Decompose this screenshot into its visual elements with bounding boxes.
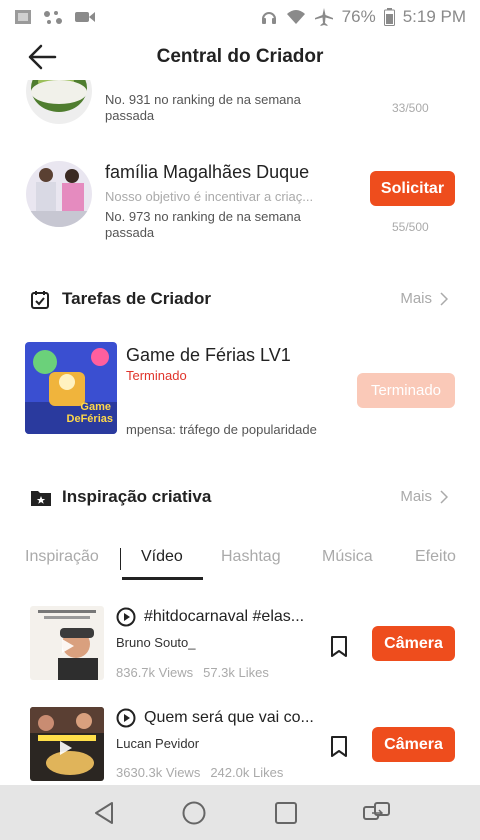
folder-star-icon [30, 488, 51, 508]
video-views: 3630.3k Views [116, 765, 201, 780]
play-circle-icon [116, 607, 136, 627]
camera-button[interactable]: Câmera [372, 727, 455, 762]
airplane-icon [314, 7, 334, 27]
task-thumbnail: Game DeFérias [25, 342, 117, 434]
bookmark-icon[interactable] [328, 735, 350, 759]
battery-icon [383, 8, 395, 26]
assistant-icon [42, 9, 64, 25]
play-circle-icon [116, 708, 136, 728]
clock: 5:19 PM [402, 7, 466, 26]
ranking-position: No. 931 no ranking de na semana passada [105, 92, 301, 123]
active-tab-indicator [122, 577, 203, 580]
request-button[interactable]: Solicitar [370, 171, 455, 206]
task-status: Terminado [126, 368, 187, 383]
system-nav-bar [0, 785, 480, 840]
video-camera-icon [74, 10, 96, 24]
creator-name: família Magalhães Duque [105, 162, 310, 182]
video-author: Bruno Souto_ [116, 635, 196, 650]
video-views: 836.7k Views [116, 665, 194, 680]
tasks-section-header: Tarefas de Criador Mais [0, 285, 480, 315]
video-title: #hitdocarnaval #elas... [116, 607, 304, 627]
video-stats: 836.7k Views 57.3k Likes [116, 665, 269, 680]
video-title-text: #hitdocarnaval #elas... [144, 608, 305, 625]
ranking-item[interactable]: família Magalhães Duque Nosso objetivo é… [0, 160, 480, 250]
chevron-right-icon [440, 489, 448, 504]
video-author: Lucan Pevidor [116, 736, 200, 751]
battery-percent: 76% [341, 7, 376, 26]
inspiration-tabs: Inspiração Vídeo Hashtag Música Efeito [0, 540, 480, 580]
video-likes: 57.3k Likes [203, 665, 269, 680]
header: Central do Criador [0, 34, 480, 80]
bookmark-icon[interactable] [328, 635, 350, 659]
section-title: Tarefas de Criador [62, 289, 211, 308]
camera-button[interactable]: Câmera [372, 626, 455, 661]
tab-efeito[interactable]: Efeito [415, 548, 456, 566]
section-title: Inspiração criativa [62, 487, 212, 506]
svg-text:Game: Game [80, 401, 111, 413]
ranking-count: 33/500 [392, 101, 429, 115]
task-finished-button[interactable]: Terminado [357, 373, 455, 408]
inspiration-section-header: Inspiração criativa Mais [0, 483, 480, 513]
tab-hashtag[interactable]: Hashtag [221, 548, 281, 566]
page-title: Central do Criador [156, 46, 324, 67]
back-arrow-icon[interactable] [26, 42, 58, 72]
gallery-icon [14, 9, 32, 25]
video-thumbnail[interactable] [30, 606, 104, 680]
avatar [26, 80, 92, 124]
video-likes: 242.0k Likes [210, 765, 284, 780]
task-reward: mpensa: tráfego de popularidade [126, 422, 317, 437]
video-stats: 3630.3k Views 242.0k Likes [116, 765, 283, 780]
tab-divider [120, 548, 121, 570]
video-thumbnail[interactable] [30, 707, 104, 781]
tab-musica[interactable]: Música [322, 548, 373, 566]
chevron-right-icon [440, 291, 448, 306]
task-name: Game de Férias LV1 [126, 345, 291, 365]
switch-window-icon[interactable] [362, 799, 390, 827]
inspiration-more-link[interactable]: Mais [400, 488, 448, 505]
ranking-count: 55/500 [392, 220, 429, 234]
status-bar: 76% 5:19 PM [0, 0, 480, 34]
wifi-icon [286, 9, 306, 25]
creator-description: Nosso objetivo é incentivar a criaç... [105, 189, 314, 204]
tab-video[interactable]: Vídeo [141, 548, 183, 566]
ranking-item[interactable]: No. 931 no ranking de na semana passada … [0, 80, 480, 140]
app-screen: 76% 5:19 PM Central do Criador No. 931 n… [0, 0, 480, 840]
more-label: Mais [400, 488, 432, 505]
video-title: Quem será que vai co... [116, 708, 314, 728]
headset-icon [260, 8, 278, 26]
svg-text:DeFérias: DeFérias [67, 413, 113, 425]
video-title-text: Quem será que vai co... [144, 709, 314, 726]
back-triangle-icon[interactable] [90, 799, 118, 827]
recent-apps-icon[interactable] [272, 799, 300, 827]
tasks-more-link[interactable]: Mais [400, 290, 448, 307]
scroll-content[interactable]: No. 931 no ranking de na semana passada … [0, 80, 480, 785]
more-label: Mais [400, 290, 432, 307]
calendar-check-icon [30, 290, 50, 310]
ranking-position: No. 973 no ranking de na semana passada [105, 209, 301, 240]
tab-inspiracao[interactable]: Inspiração [25, 548, 99, 566]
home-circle-icon[interactable] [180, 799, 208, 827]
avatar [26, 161, 92, 227]
